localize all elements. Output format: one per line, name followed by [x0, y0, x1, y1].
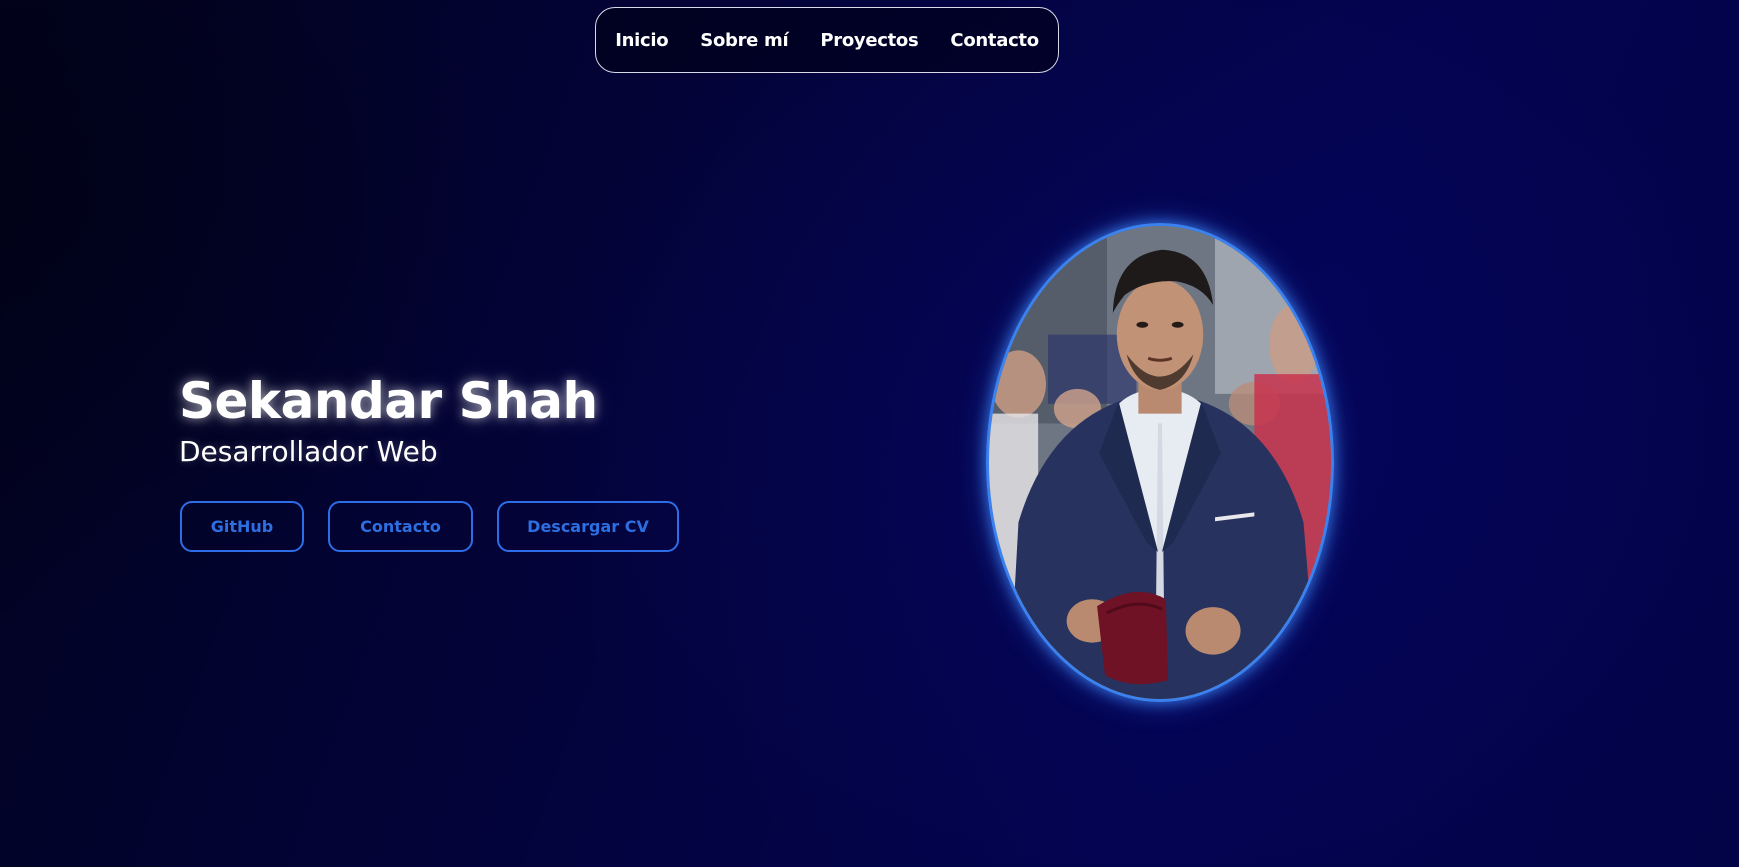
navbar: Inicio Sobre mí Proyectos Contacto [595, 7, 1059, 73]
nav-link-inicio[interactable]: Inicio [615, 30, 668, 51]
hero-section: Sekandar Shah Desarrollador Web [179, 368, 779, 470]
nav-link-contacto[interactable]: Contacto [950, 30, 1039, 51]
download-cv-button[interactable]: Descargar CV [497, 501, 679, 552]
github-button[interactable]: GitHub [180, 501, 304, 552]
profile-photo-illustration [989, 226, 1331, 699]
nav-link-sobre-mi[interactable]: Sobre mí [700, 30, 788, 51]
hero-name: Sekandar Shah [179, 372, 598, 430]
profile-photo [986, 223, 1334, 702]
contact-button[interactable]: Contacto [328, 501, 473, 552]
nav-link-proyectos[interactable]: Proyectos [820, 30, 918, 51]
hero-role: Desarrollador Web [179, 435, 438, 468]
